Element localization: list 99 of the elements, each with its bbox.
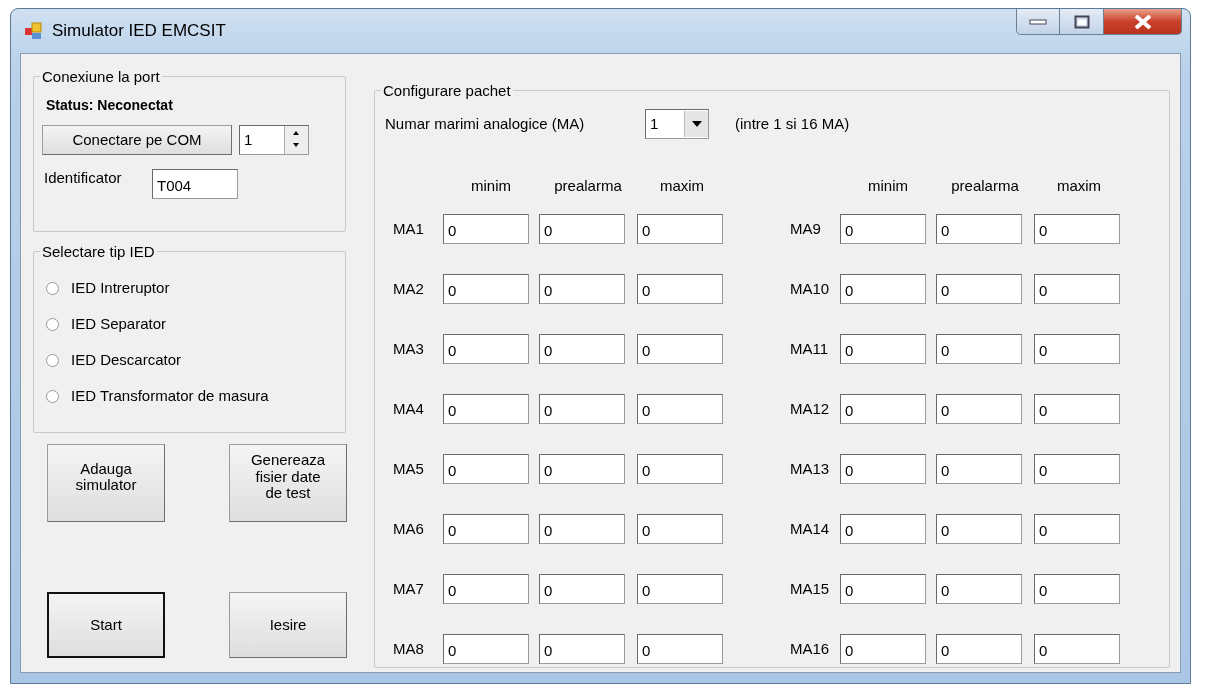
input-field[interactable]: 0 [637,514,723,544]
input-field[interactable]: 0 [840,514,926,544]
count-label: Numar marimi analogice (MA) [385,114,585,134]
input-field[interactable]: 0 [936,514,1022,544]
input-field[interactable]: 0 [443,634,529,664]
input-field[interactable]: 0 [1034,334,1120,364]
input-field[interactable]: 0 [637,394,723,424]
input-field[interactable]: 0 [443,574,529,604]
row-label: MA5 [392,458,425,479]
action-button[interactable]: Adauga simulator [47,444,165,522]
action-button[interactable]: Start [47,592,165,658]
connect-button[interactable]: Conectare pe COM [42,125,232,155]
row-label: MA8 [392,638,425,659]
input-field[interactable]: 0 [840,574,926,604]
input-field[interactable]: 0 [637,574,723,604]
radio-label[interactable]: IED Intreruptor [71,276,170,300]
row-label: MA13 [789,458,831,479]
input-field[interactable]: 0 [936,574,1022,604]
column-header: prealarma [553,176,623,196]
column-header: minim [470,176,512,196]
radio-circle[interactable] [46,389,59,403]
column-header: maxim [658,176,706,196]
input-field[interactable]: 0 [1034,454,1120,484]
row-label: MA12 [789,398,831,419]
minimize-icon [1029,17,1047,26]
input-field[interactable]: 0 [936,274,1022,304]
input-field[interactable]: 0 [936,394,1022,424]
input-field[interactable]: 0 [1034,574,1120,604]
input-field[interactable]: 0 [443,514,529,544]
maximize-button[interactable] [1060,9,1104,35]
row-label: MA6 [392,518,425,539]
row-label: MA7 [392,578,425,599]
input-field[interactable]: 0 [1034,634,1120,664]
input-field[interactable]: 0 [936,454,1022,484]
maximize-icon [1073,14,1090,29]
action-button[interactable]: Iesire [229,592,347,658]
close-button[interactable] [1104,9,1182,35]
row-label: MA1 [392,218,425,239]
identifier-field[interactable]: T004 [152,169,238,199]
radio-label[interactable]: IED Separator [71,312,167,336]
input-field[interactable]: 0 [1034,394,1120,424]
input-field[interactable]: 0 [539,574,625,604]
radio-circle[interactable] [46,353,59,367]
input-field[interactable]: 0 [443,214,529,244]
status-text: Status: Neconectat [46,96,173,115]
input-field[interactable]: 0 [539,334,625,364]
input-field[interactable]: 0 [443,334,529,364]
row-label: MA10 [789,278,831,299]
input-field[interactable]: 0 [936,334,1022,364]
radio-label[interactable]: IED Descarcator [71,348,182,372]
radio-label[interactable]: IED Transformator de masura [71,384,269,408]
input-field[interactable]: 0 [936,214,1022,244]
input-field[interactable]: 0 [637,214,723,244]
row-label: MA4 [392,398,425,419]
input-field[interactable]: 0 [539,634,625,664]
count-dropdown[interactable]: 1 [645,109,709,139]
input-field[interactable]: 0 [840,394,926,424]
input-field[interactable]: 0 [637,274,723,304]
input-field[interactable]: 0 [637,454,723,484]
window-title: Simulator IED EMCSIT [52,20,226,43]
row-label: MA9 [789,218,822,239]
input-field[interactable]: 0 [443,274,529,304]
input-field[interactable]: 0 [840,634,926,664]
input-field[interactable]: 0 [936,634,1022,664]
row-label: MA2 [392,278,425,299]
radio-circle[interactable] [46,317,59,331]
input-field[interactable]: 0 [637,334,723,364]
column-header: minim [867,176,909,196]
identifier-label: Identificator [44,168,122,188]
dropdown-arrow-icon[interactable] [691,121,702,127]
input-field[interactable]: 0 [1034,214,1120,244]
app-icon [24,22,42,40]
action-button[interactable]: Genereaza fisier date de test [229,444,347,522]
column-header: maxim [1055,176,1103,196]
column-header: prealarma [950,176,1020,196]
radio-circle[interactable] [46,281,59,295]
row-label: MA11 [789,338,830,359]
row-label: MA3 [392,338,425,359]
close-icon [1133,14,1152,29]
row-label: MA14 [789,518,831,539]
com-port-spinner[interactable]: 1 [239,125,309,155]
input-field[interactable]: 0 [539,514,625,544]
input-field[interactable]: 0 [443,394,529,424]
input-field[interactable]: 0 [840,334,926,364]
input-field[interactable]: 0 [1034,514,1120,544]
hint-text: (intre 1 si 16 MA) [735,114,850,134]
input-field[interactable]: 0 [443,454,529,484]
minimize-button[interactable] [1016,9,1060,35]
input-field[interactable]: 0 [539,274,625,304]
row-label: MA15 [789,578,831,599]
input-field[interactable]: 0 [840,214,926,244]
input-field[interactable]: 0 [539,214,625,244]
row-label: MA16 [789,638,831,659]
input-field[interactable]: 0 [539,454,625,484]
input-field[interactable]: 0 [637,634,723,664]
input-field[interactable]: 0 [539,394,625,424]
input-field[interactable]: 0 [840,454,926,484]
input-field[interactable]: 0 [840,274,926,304]
input-field[interactable]: 0 [1034,274,1120,304]
